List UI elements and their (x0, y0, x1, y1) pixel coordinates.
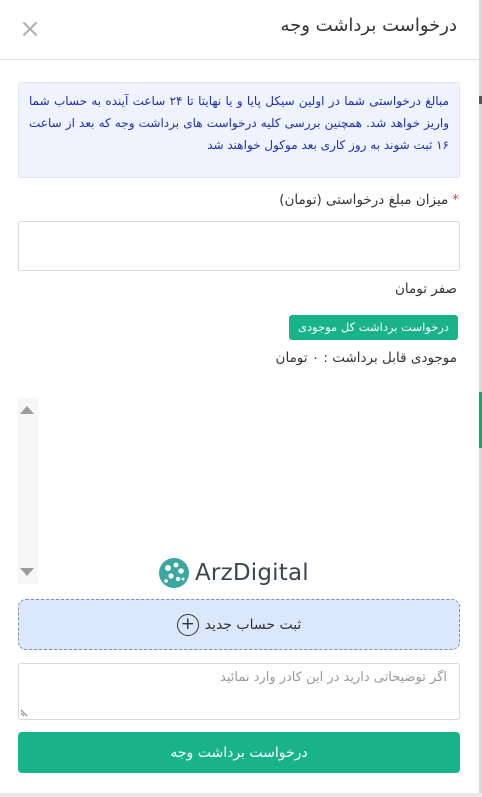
background-edge-bottom (0, 793, 482, 797)
amount-input[interactable] (18, 221, 460, 271)
withdraw-modal: درخواست برداشت وجه × مبالغ درخواستی شما … (0, 0, 479, 797)
amount-label-text: میزان مبلغ درخواستی (تومان) (279, 192, 449, 208)
resize-grip-icon[interactable] (20, 707, 30, 717)
new-account-button[interactable]: ثبت حساب جدید + (18, 599, 460, 650)
withdraw-all-button[interactable]: درخواست برداشت کل موجودی (288, 315, 458, 340)
close-icon[interactable]: × (19, 16, 41, 42)
amount-label: *میزان مبلغ درخواستی (تومان) (279, 192, 459, 208)
watermark-text: ArzDigital (195, 560, 309, 586)
scroll-up-arrow-icon[interactable] (20, 406, 34, 414)
scroll-down-arrow-icon[interactable] (20, 568, 34, 576)
available-balance: موجودی قابل برداشت : ۰ تومان (275, 350, 457, 366)
new-account-label: ثبت حساب جدید (204, 616, 302, 633)
accounts-list-scrollbar[interactable] (18, 398, 38, 584)
plus-circle-icon: + (176, 613, 199, 636)
required-asterisk: * (452, 192, 459, 208)
modal-title: درخواست برداشت وجه (280, 15, 457, 36)
amount-in-words: صفر تومان (394, 281, 457, 297)
arzdigital-logo-icon (159, 558, 189, 588)
modal-header: درخواست برداشت وجه × (0, 0, 479, 60)
description-textarea[interactable] (18, 663, 460, 720)
watermark-logo: ArzDigital (158, 556, 328, 590)
submit-withdraw-button[interactable]: درخواست برداشت وجه (18, 732, 460, 773)
info-alert: مبالغ درخواستی شما در اولین سیکل پایا و … (18, 82, 460, 178)
